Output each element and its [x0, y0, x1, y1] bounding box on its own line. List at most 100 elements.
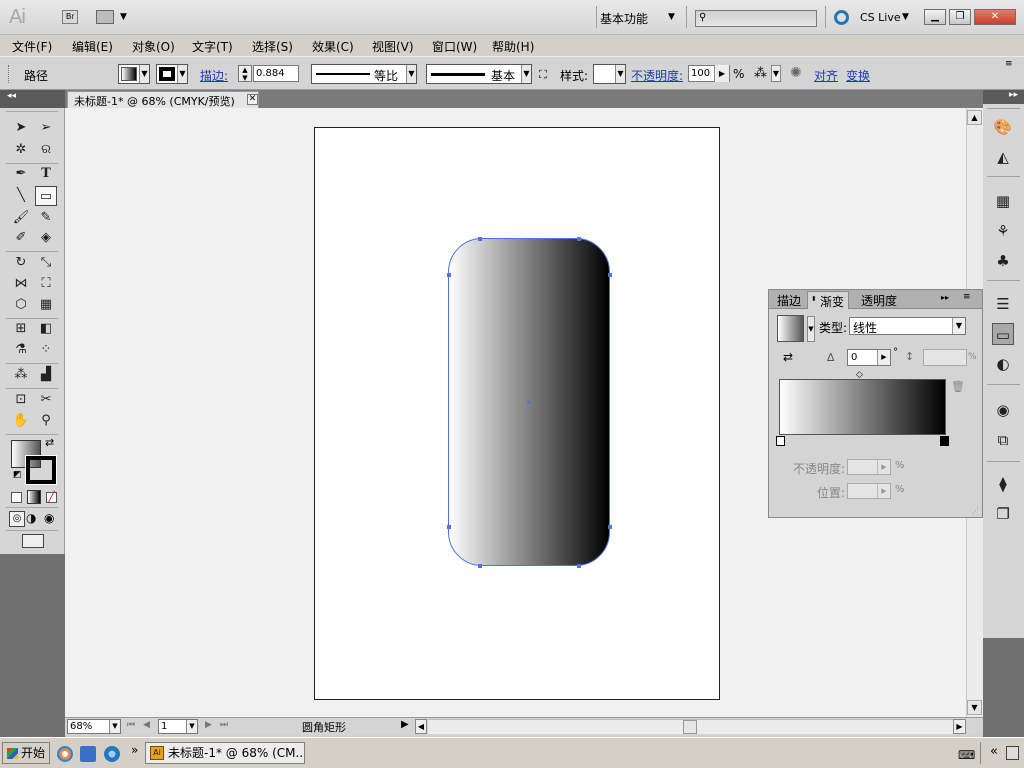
pen-tool-icon[interactable]: ✒: [10, 164, 32, 184]
brushes-icon[interactable]: ⚘: [992, 220, 1014, 242]
eyedropper-tool-icon[interactable]: ⚗: [10, 340, 32, 360]
gradient-stop-white[interactable]: [776, 436, 785, 446]
anchor-point[interactable]: [608, 525, 612, 529]
menu-help[interactable]: 帮助(H): [492, 38, 534, 55]
anchor-point[interactable]: [478, 564, 482, 568]
opacity-link[interactable]: 不透明度:: [631, 67, 683, 84]
scroll-left-button[interactable]: ◀: [415, 719, 427, 734]
anchor-point[interactable]: [577, 237, 581, 241]
chevron-down-icon[interactable]: ▼: [120, 12, 127, 22]
first-artboard-icon[interactable]: ⏮: [127, 720, 135, 730]
draw-inside-icon[interactable]: ◉: [44, 511, 54, 525]
previous-artboard-icon[interactable]: ◀: [143, 720, 150, 730]
eraser-tool-icon[interactable]: ◈: [35, 228, 57, 248]
pencil-tool-icon[interactable]: ✎: [35, 208, 57, 228]
chevron-down-icon[interactable]: ▼: [668, 12, 675, 22]
hand-tool-icon[interactable]: ✋: [10, 411, 32, 431]
color-mode-icon[interactable]: [11, 492, 22, 503]
blob-brush-tool-icon[interactable]: ✐: [10, 228, 32, 248]
draw-normal-icon[interactable]: ◎: [9, 511, 25, 527]
stroke-swatch-dropdown[interactable]: ▼: [156, 64, 188, 84]
chevron-down-icon[interactable]: ▼: [807, 316, 815, 342]
anchor-point[interactable]: [608, 273, 612, 277]
start-button[interactable]: 开始: [2, 742, 50, 764]
center-point[interactable]: [527, 401, 530, 404]
chevron-right-icon[interactable]: ▶: [877, 350, 890, 365]
scale-tool-icon[interactable]: ⤡: [35, 253, 57, 273]
tab-stroke[interactable]: 描边: [773, 291, 805, 309]
width-tool-icon[interactable]: ⋈: [10, 274, 32, 294]
select-similar-icon[interactable]: ⁂: [754, 66, 767, 81]
fill-swatch-dropdown[interactable]: ▼: [118, 64, 150, 84]
panel-menu-icon[interactable]: ≡: [1005, 59, 1013, 69]
line-segment-tool-icon[interactable]: ╲: [10, 186, 32, 206]
menu-effect[interactable]: 效果(C): [312, 38, 354, 55]
menu-view[interactable]: 视图(V): [372, 38, 414, 55]
variable-width-profile-dropdown[interactable]: 等比 ▼: [311, 64, 417, 84]
anchor-point[interactable]: [478, 237, 482, 241]
tab-transparency[interactable]: 透明度: [857, 291, 901, 309]
menu-window[interactable]: 窗口(W): [432, 38, 477, 55]
last-artboard-icon[interactable]: ⏭: [220, 720, 228, 730]
menu-object[interactable]: 对象(O): [132, 38, 175, 55]
gradient-tool-icon[interactable]: ◧: [35, 319, 57, 339]
color-guide-icon[interactable]: 🎨: [992, 116, 1014, 138]
draw-behind-icon[interactable]: ◑: [26, 511, 36, 525]
panel-menu-icon[interactable]: ≡: [963, 292, 971, 302]
stroke-panel-icon[interactable]: ☰: [992, 293, 1014, 315]
chrome-icon[interactable]: [57, 746, 73, 762]
color-panel-icon[interactable]: ◭: [992, 146, 1014, 168]
reverse-gradient-icon[interactable]: ⇄: [783, 350, 793, 364]
rotate-tool-icon[interactable]: ↻: [10, 253, 32, 273]
gradient-mode-icon[interactable]: [27, 490, 41, 504]
recolor-icon[interactable]: ⛶: [539, 68, 547, 82]
stroke-weight-stepper[interactable]: ▲ ▼: [238, 65, 252, 82]
anchor-point[interactable]: [447, 273, 451, 277]
horizontal-scrollbar[interactable]: [428, 719, 953, 734]
slice-tool-icon[interactable]: ✂: [35, 390, 57, 410]
menu-type[interactable]: 文字(T): [192, 38, 233, 55]
status-menu-arrow[interactable]: ▶: [401, 719, 409, 730]
chevron-down-icon[interactable]: ▼: [771, 65, 781, 82]
shape-builder-tool-icon[interactable]: ⬡: [10, 295, 32, 315]
collapse-icon[interactable]: ◂◂: [7, 91, 16, 101]
taskbar-illustrator-window[interactable]: Ai 未标题-1* @ 68% (CM...: [145, 742, 305, 764]
column-graph-tool-icon[interactable]: ▟: [35, 365, 57, 385]
perspective-grid-tool-icon[interactable]: ▦: [35, 295, 57, 315]
chevron-down-icon[interactable]: ▼: [186, 720, 197, 733]
document-tab[interactable]: 未标题-1* @ 68% (CMYK/预览) ✕: [67, 91, 259, 108]
stroke-weight-input[interactable]: 0.884: [253, 65, 299, 82]
swatches-icon[interactable]: ▦: [992, 190, 1014, 212]
arrange-documents-icon[interactable]: [96, 10, 114, 24]
brush-definition-dropdown[interactable]: 基本 ▼: [426, 64, 532, 84]
artboard-tool-icon[interactable]: ⊡: [10, 390, 32, 410]
stroke-link[interactable]: 描边:: [200, 67, 228, 84]
internet-explorer-icon[interactable]: [104, 746, 120, 762]
default-colors-icon[interactable]: ◩: [13, 470, 22, 480]
next-artboard-icon[interactable]: ▶: [205, 720, 212, 730]
direct-selection-tool-icon[interactable]: ➢: [35, 118, 57, 138]
artboards-icon[interactable]: ❐: [992, 503, 1014, 525]
graphic-style-dropdown[interactable]: ▼: [593, 64, 626, 84]
selection-tool-icon[interactable]: ➤: [10, 118, 32, 138]
appearance-icon[interactable]: ◉: [992, 399, 1014, 421]
symbols-icon[interactable]: ♣: [992, 250, 1014, 272]
tools-panel-header[interactable]: ◂◂: [0, 90, 65, 108]
mesh-tool-icon[interactable]: ⊞: [10, 319, 32, 339]
explorer-icon[interactable]: [80, 746, 96, 762]
transparency-icon[interactable]: ◐: [992, 353, 1014, 375]
type-tool-icon[interactable]: T: [35, 164, 57, 184]
rounded-rectangle-tool-icon[interactable]: ▭: [35, 186, 57, 206]
scroll-down-button[interactable]: ▼: [967, 700, 982, 715]
gradient-slider[interactable]: [779, 379, 946, 435]
gradient-type-select[interactable]: 线性 ▼: [849, 317, 966, 335]
scroll-up-button[interactable]: ▲: [967, 110, 982, 125]
keyboard-icon[interactable]: ⌨: [958, 748, 975, 762]
magic-wand-tool-icon[interactable]: ✲: [10, 140, 32, 160]
gradient-panel-icon[interactable]: ▭: [992, 323, 1014, 345]
transform-link[interactable]: 变换: [846, 67, 870, 84]
minimize-button[interactable]: ▁: [924, 9, 946, 25]
workspace-switcher[interactable]: 基本功能: [600, 10, 648, 27]
chevron-right-icon[interactable]: ▶: [714, 65, 729, 82]
cs-live-menu[interactable]: CS Live: [860, 11, 901, 24]
